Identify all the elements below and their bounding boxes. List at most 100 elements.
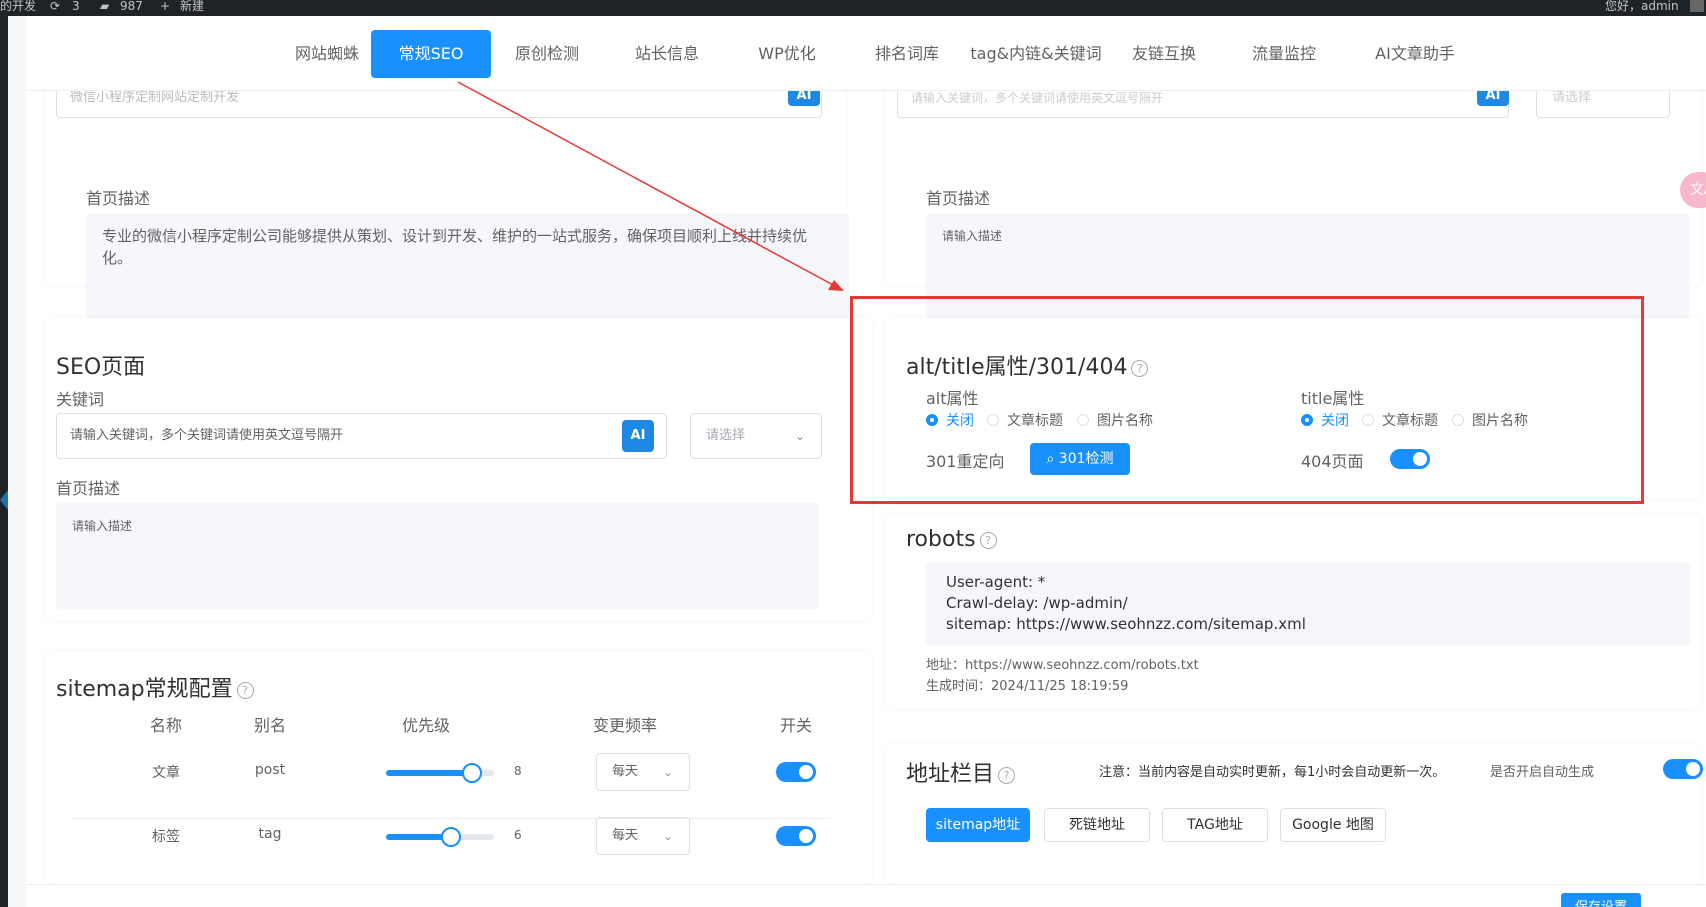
tag-address-button[interactable]: TAG地址 [1162,808,1268,842]
tab-rank-words[interactable]: 排名词库 [852,30,962,78]
tab-original-check[interactable]: 原创检测 [492,30,602,78]
address-card: 地址栏目? 注意：当前内容是自动实时更新，每1小时会自动更新一次。 是否开启自动… [886,744,1703,884]
help-icon[interactable]: ? [236,681,254,699]
right-select[interactable]: 请选择 [1536,88,1670,118]
frequency-value: 每天 [612,764,639,779]
help-icon[interactable]: ? [1131,359,1149,377]
right-keyword-input[interactable]: 请输入关键词，多个关键词请使用英文逗号隔开 [897,88,1509,118]
search-icon: ⌕ [1046,451,1059,467]
google-map-button[interactable]: Google 地图 [1280,808,1386,842]
comments-icon[interactable]: ▰ [100,0,109,12]
alt-radio-image-name[interactable]: 图片名称 [1077,410,1153,430]
alt-title-heading: alt/title属性/301/404? [906,349,1149,381]
alt-attr-label: alt属性 [926,389,979,408]
tab-regular-seo[interactable]: 常规SEO [371,30,491,78]
robots-line: sitemap: https://www.seohnzz.com/sitemap… [946,615,1306,633]
col-frequency: 变更频率 [592,716,657,735]
robots-generated-time: 生成时间：2024/11/25 18:19:59 [926,679,1129,694]
wp-admin-bar: 的开发 ⟳ 3 ▰ 987 + 新建 您好，admin [0,0,1706,16]
page404-label: 404页面 [1301,452,1364,471]
alt-radio-post-title[interactable]: 文章标题 [987,410,1063,430]
alt-title-text: alt/title属性/301/404 [906,355,1128,380]
site-name-fragment[interactable]: 的开发 [0,0,36,12]
chevron-down-icon: ⌄ [662,765,673,779]
title-radio-off-label: 关闭 [1321,413,1349,429]
bottom-bar: 保存设置 [26,884,1706,907]
seo-select[interactable]: 请选择 ⌄ [690,413,822,459]
seo-desc-textarea[interactable]: 请输入描述 [56,503,819,609]
chevron-down-icon: ⌄ [662,829,673,843]
slider-handle[interactable] [440,827,461,847]
home-seo-card-right: 请输入关键词，多个关键词请使用英文逗号隔开 AI 请选择 首页描述 请输入描述 [886,76,1701,319]
title-radio-image-name[interactable]: 图片名称 [1452,410,1528,430]
redirect-label: 301重定向 [926,452,1005,471]
tab-webmaster[interactable]: 站长信息 [612,30,722,78]
title-radio-off[interactable]: 关闭 [1301,410,1349,430]
help-icon[interactable]: ? [998,766,1016,784]
alt-radio-off-label: 关闭 [946,413,974,429]
radio-dot [987,414,999,426]
tab-wp-optimize[interactable]: WP优化 [732,30,842,78]
comments-count[interactable]: 987 [120,0,143,12]
radio-dot [1362,414,1374,426]
sitemap-title: sitemap常规配置 [56,677,233,702]
seo-ai-button[interactable]: AI [622,420,654,452]
alt-radio-post-title-label: 文章标题 [1007,413,1063,429]
tab-ai-article[interactable]: AI文章助手 [1352,30,1478,78]
wp-admin-sidebar [0,16,8,907]
help-icon[interactable]: ? [979,531,997,549]
alt-radio-off[interactable]: 关闭 [926,410,974,430]
home-keyword-input[interactable]: 微信小程序定制网站定制开发 [56,88,822,118]
seo-keyword-placeholder: 请输入关键词，多个关键词请使用英文逗号隔开 [70,428,344,443]
priority-slider[interactable] [386,827,494,847]
seo-keyword-input[interactable]: 请输入关键词，多个关键词请使用英文逗号隔开 [56,413,667,459]
sitemap-address-button[interactable]: sitemap地址 [926,808,1030,842]
new-icon[interactable]: + [160,0,170,12]
plugin-wrap: 微信小程序定制网站定制开发 AI 首页描述 专业的微信小程序定制公司能够提供从策… [26,16,1706,907]
tab-friend-links[interactable]: 友链互换 [1109,30,1219,78]
page404-switch[interactable] [1390,449,1430,469]
title-attr-label: title属性 [1301,389,1365,408]
auto-generate-switch[interactable] [1663,759,1703,779]
col-switch: 开关 [779,716,812,735]
row-alias: post [254,762,286,778]
collapse-arrow-icon[interactable] [0,490,8,510]
frequency-select[interactable]: 每天 ⌄ [596,753,690,791]
save-button[interactable]: 保存设置 [1561,893,1641,907]
home-desc-textarea[interactable]: 专业的微信小程序定制公司能够提供从策划、设计到开发、维护的一站式服务，确保项目顺… [86,213,849,319]
slider-handle[interactable] [462,763,483,783]
tab-bar: 网站蜘蛛 常规SEO 原创检测 站长信息 WP优化 排名词库 tag&内链&关键… [26,16,1706,91]
updates-count[interactable]: 3 [72,0,80,12]
greeting[interactable]: 您好，admin [1605,0,1679,12]
updates-icon[interactable]: ⟳ [50,0,60,12]
right-desc-textarea[interactable]: 请输入描述 [926,213,1689,319]
frequency-select[interactable]: 每天 ⌄ [596,817,690,855]
content-area: 微信小程序定制网站定制开发 AI 首页描述 专业的微信小程序定制公司能够提供从策… [8,16,1706,907]
dead-link-button[interactable]: 死链地址 [1044,808,1150,842]
check-301-button[interactable]: ⌕ 301检测 [1030,443,1130,475]
row-name: 标签 [152,829,180,845]
col-priority: 优先级 [401,716,450,735]
new-content-link[interactable]: 新建 [180,0,204,12]
priority-slider[interactable] [386,763,494,783]
sitemap-tag-switch[interactable] [776,826,816,846]
sitemap-heading: sitemap常规配置? [56,671,254,703]
radio-dot [1077,414,1089,426]
right-select-placeholder: 请选择 [1552,90,1592,105]
col-alias: 别名 [253,716,286,735]
frequency-value: 每天 [612,828,639,843]
avatar[interactable] [1690,0,1704,12]
sitemap-card: sitemap常规配置? 名称 别名 优先级 变更频率 开关 文章 post 8… [46,652,872,884]
title-radio-post-title[interactable]: 文章标题 [1362,410,1438,430]
address-title: 地址栏目 [906,762,995,787]
title-radio-image-name-label: 图片名称 [1472,413,1528,429]
slider-fill [386,770,473,776]
tab-spider[interactable]: 网站蜘蛛 [272,30,382,78]
tab-traffic[interactable]: 流量监控 [1229,30,1339,78]
robots-textarea[interactable]: User-agent: * Crawl-delay: /wp-admin/ si… [926,562,1690,646]
sitemap-post-switch[interactable] [776,762,816,782]
address-notice: 注意：当前内容是自动实时更新，每1小时会自动更新一次。 [1099,765,1446,780]
robots-address: 地址：https://www.seohnzz.com/robots.txt [926,658,1199,673]
home-desc-label: 首页描述 [86,189,151,208]
tab-tag-links[interactable]: tag&内链&关键词 [966,30,1106,78]
